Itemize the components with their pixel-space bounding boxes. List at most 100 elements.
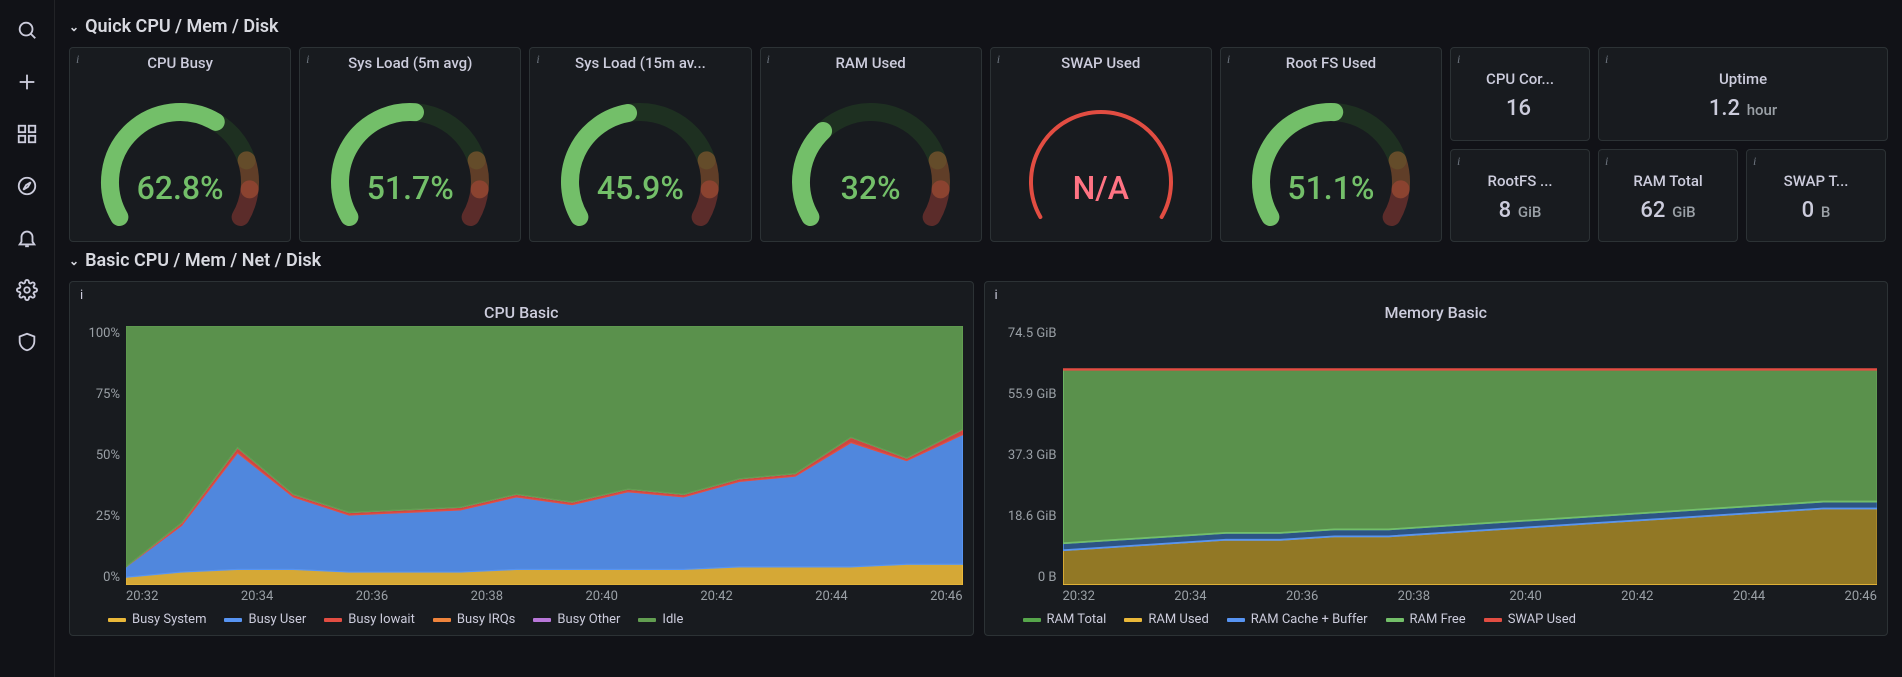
x-axis: 20:3220:3420:3620:3820:4020:4220:4420:46 <box>995 589 1878 604</box>
info-icon[interactable]: i <box>536 52 539 67</box>
panel-title: CPU Cor... <box>1468 66 1572 88</box>
legend-label: Busy System <box>132 612 206 627</box>
stat-panel[interactable]: i CPU Cor... 16 <box>1450 47 1590 141</box>
info-icon[interactable]: i <box>1753 154 1756 169</box>
stat-value: 62 GiB <box>1640 198 1695 223</box>
panel-title: Uptime <box>1701 66 1785 88</box>
info-icon[interactable]: i <box>1605 52 1608 67</box>
info-icon[interactable]: i <box>306 52 309 67</box>
legend: RAM Total RAM Used RAM Cache + Buffer RAM F… <box>995 612 1878 627</box>
info-icon[interactable]: i <box>1457 154 1460 169</box>
config-icon[interactable] <box>15 278 39 302</box>
stat-value: 8 GiB <box>1499 198 1542 223</box>
legend-item[interactable]: RAM Free <box>1386 612 1466 627</box>
gauge: N/A <box>991 72 1211 241</box>
dashboard-main: ⌄ Quick CPU / Mem / Disk i CPU Busy 62.8… <box>55 0 1902 677</box>
legend-item[interactable]: RAM Used <box>1124 612 1208 627</box>
gauge-value: N/A <box>1073 169 1129 207</box>
gauge-panel[interactable]: i RAM Used 32% <box>760 47 982 242</box>
legend-label: Busy Other <box>557 612 620 627</box>
legend-label: Busy IRQs <box>457 612 516 627</box>
stat-panel[interactable]: i Uptime 1.2 hour <box>1598 47 1888 141</box>
panel-title: Root FS Used <box>1221 48 1441 72</box>
chevron-down-icon: ⌄ <box>69 21 79 33</box>
legend-label: RAM Cache + Buffer <box>1251 612 1368 627</box>
panel-title: Sys Load (15m av... <box>530 48 750 72</box>
legend-item[interactable]: Busy Other <box>533 612 620 627</box>
graph-panel[interactable]: i CPU Basic 100%75%50%25%0% 20:3220:3420… <box>69 281 974 636</box>
plot-area[interactable] <box>1063 326 1878 585</box>
legend-item[interactable]: RAM Cache + Buffer <box>1227 612 1368 627</box>
chevron-down-icon: ⌄ <box>69 255 79 267</box>
panel-title: RootFS ... <box>1470 168 1571 190</box>
panel-title: CPU Basic <box>80 303 963 322</box>
info-icon[interactable]: i <box>995 288 1878 303</box>
sidebar <box>0 0 55 677</box>
stat-value: 0 B <box>1802 198 1831 223</box>
gauge-value: 51.1% <box>1287 169 1374 207</box>
panel-title: CPU Busy <box>70 48 290 72</box>
gauge-value: 51.7% <box>367 169 454 207</box>
stat-value: 16 <box>1506 96 1534 121</box>
row-title: Quick CPU / Mem / Disk <box>85 16 278 37</box>
add-icon[interactable] <box>15 70 39 94</box>
info-icon[interactable]: i <box>76 52 79 67</box>
panel-title: Sys Load (5m avg) <box>300 48 520 72</box>
plot-area[interactable] <box>126 326 963 585</box>
gauge-panel[interactable]: i Sys Load (15m av... 45.9% <box>529 47 751 242</box>
row-header-basic[interactable]: ⌄ Basic CPU / Mem / Net / Disk <box>69 250 1888 271</box>
stat-value: 1.2 hour <box>1709 96 1777 121</box>
gauge: 51.1% <box>1221 72 1441 241</box>
info-icon[interactable]: i <box>767 52 770 67</box>
gauge-panel[interactable]: i Sys Load (5m avg) 51.7% <box>299 47 521 242</box>
legend-item[interactable]: SWAP Used <box>1484 612 1576 627</box>
stat-panel[interactable]: i RootFS ... 8 GiB <box>1450 149 1590 243</box>
y-axis: 100%75%50%25%0% <box>80 326 126 585</box>
gauge-panel[interactable]: i CPU Busy 62.8% <box>69 47 291 242</box>
panel-title: Memory Basic <box>995 303 1878 322</box>
info-icon[interactable]: i <box>1457 52 1460 67</box>
gauge: 62.8% <box>70 72 290 241</box>
stat-panel[interactable]: i SWAP T... 0 B <box>1746 149 1886 243</box>
stat-panel[interactable]: i RAM Total 62 GiB <box>1598 149 1738 243</box>
legend-label: RAM Free <box>1410 612 1466 627</box>
gauge-value: 45.9% <box>597 169 684 207</box>
gauge-row: i CPU Busy 62.8% i Sys Load (5m avg) 51.… <box>69 47 1888 242</box>
legend-item[interactable]: RAM Total <box>1023 612 1107 627</box>
info-icon[interactable]: i <box>80 288 963 303</box>
row-title: Basic CPU / Mem / Net / Disk <box>85 250 321 271</box>
legend: Busy System Busy User Busy Iowait Busy IRQs… <box>80 612 963 627</box>
alerting-icon[interactable] <box>15 226 39 250</box>
graph-row: i CPU Basic 100%75%50%25%0% 20:3220:3420… <box>69 281 1888 636</box>
gauge-panel[interactable]: i SWAP Used N/A <box>990 47 1212 242</box>
panel-title: SWAP T... <box>1766 168 1867 190</box>
legend-item[interactable]: Busy System <box>108 612 206 627</box>
admin-shield-icon[interactable] <box>15 330 39 354</box>
legend-label: Idle <box>662 612 683 627</box>
legend-item[interactable]: Busy IRQs <box>433 612 516 627</box>
legend-label: RAM Used <box>1148 612 1208 627</box>
x-axis: 20:3220:3420:3620:3820:4020:4220:4420:46 <box>80 589 963 604</box>
gauge: 32% <box>761 72 981 241</box>
info-icon[interactable]: i <box>1227 52 1230 67</box>
gauge-panel[interactable]: i Root FS Used 51.1% <box>1220 47 1442 242</box>
explore-icon[interactable] <box>15 174 39 198</box>
gauge-value: 62.8% <box>137 169 224 207</box>
graph-panel[interactable]: i Memory Basic 74.5 GiB55.9 GiB37.3 GiB1… <box>984 281 1889 636</box>
gauge: 51.7% <box>300 72 520 241</box>
panel-title: RAM Used <box>761 48 981 72</box>
info-icon[interactable]: i <box>997 52 1000 67</box>
panel-title: RAM Total <box>1615 168 1720 190</box>
legend-item[interactable]: Busy Iowait <box>324 612 415 627</box>
y-axis: 74.5 GiB55.9 GiB37.3 GiB18.6 GiB0 B <box>995 326 1063 585</box>
info-icon[interactable]: i <box>1605 154 1608 169</box>
dashboards-icon[interactable] <box>15 122 39 146</box>
row-header-quick[interactable]: ⌄ Quick CPU / Mem / Disk <box>69 16 1888 37</box>
legend-item[interactable]: Idle <box>638 612 683 627</box>
legend-label: RAM Total <box>1047 612 1107 627</box>
search-icon[interactable] <box>15 18 39 42</box>
legend-label: SWAP Used <box>1508 612 1576 627</box>
gauge-value: 32% <box>841 169 901 207</box>
legend-label: Busy User <box>248 612 306 627</box>
legend-item[interactable]: Busy User <box>224 612 306 627</box>
